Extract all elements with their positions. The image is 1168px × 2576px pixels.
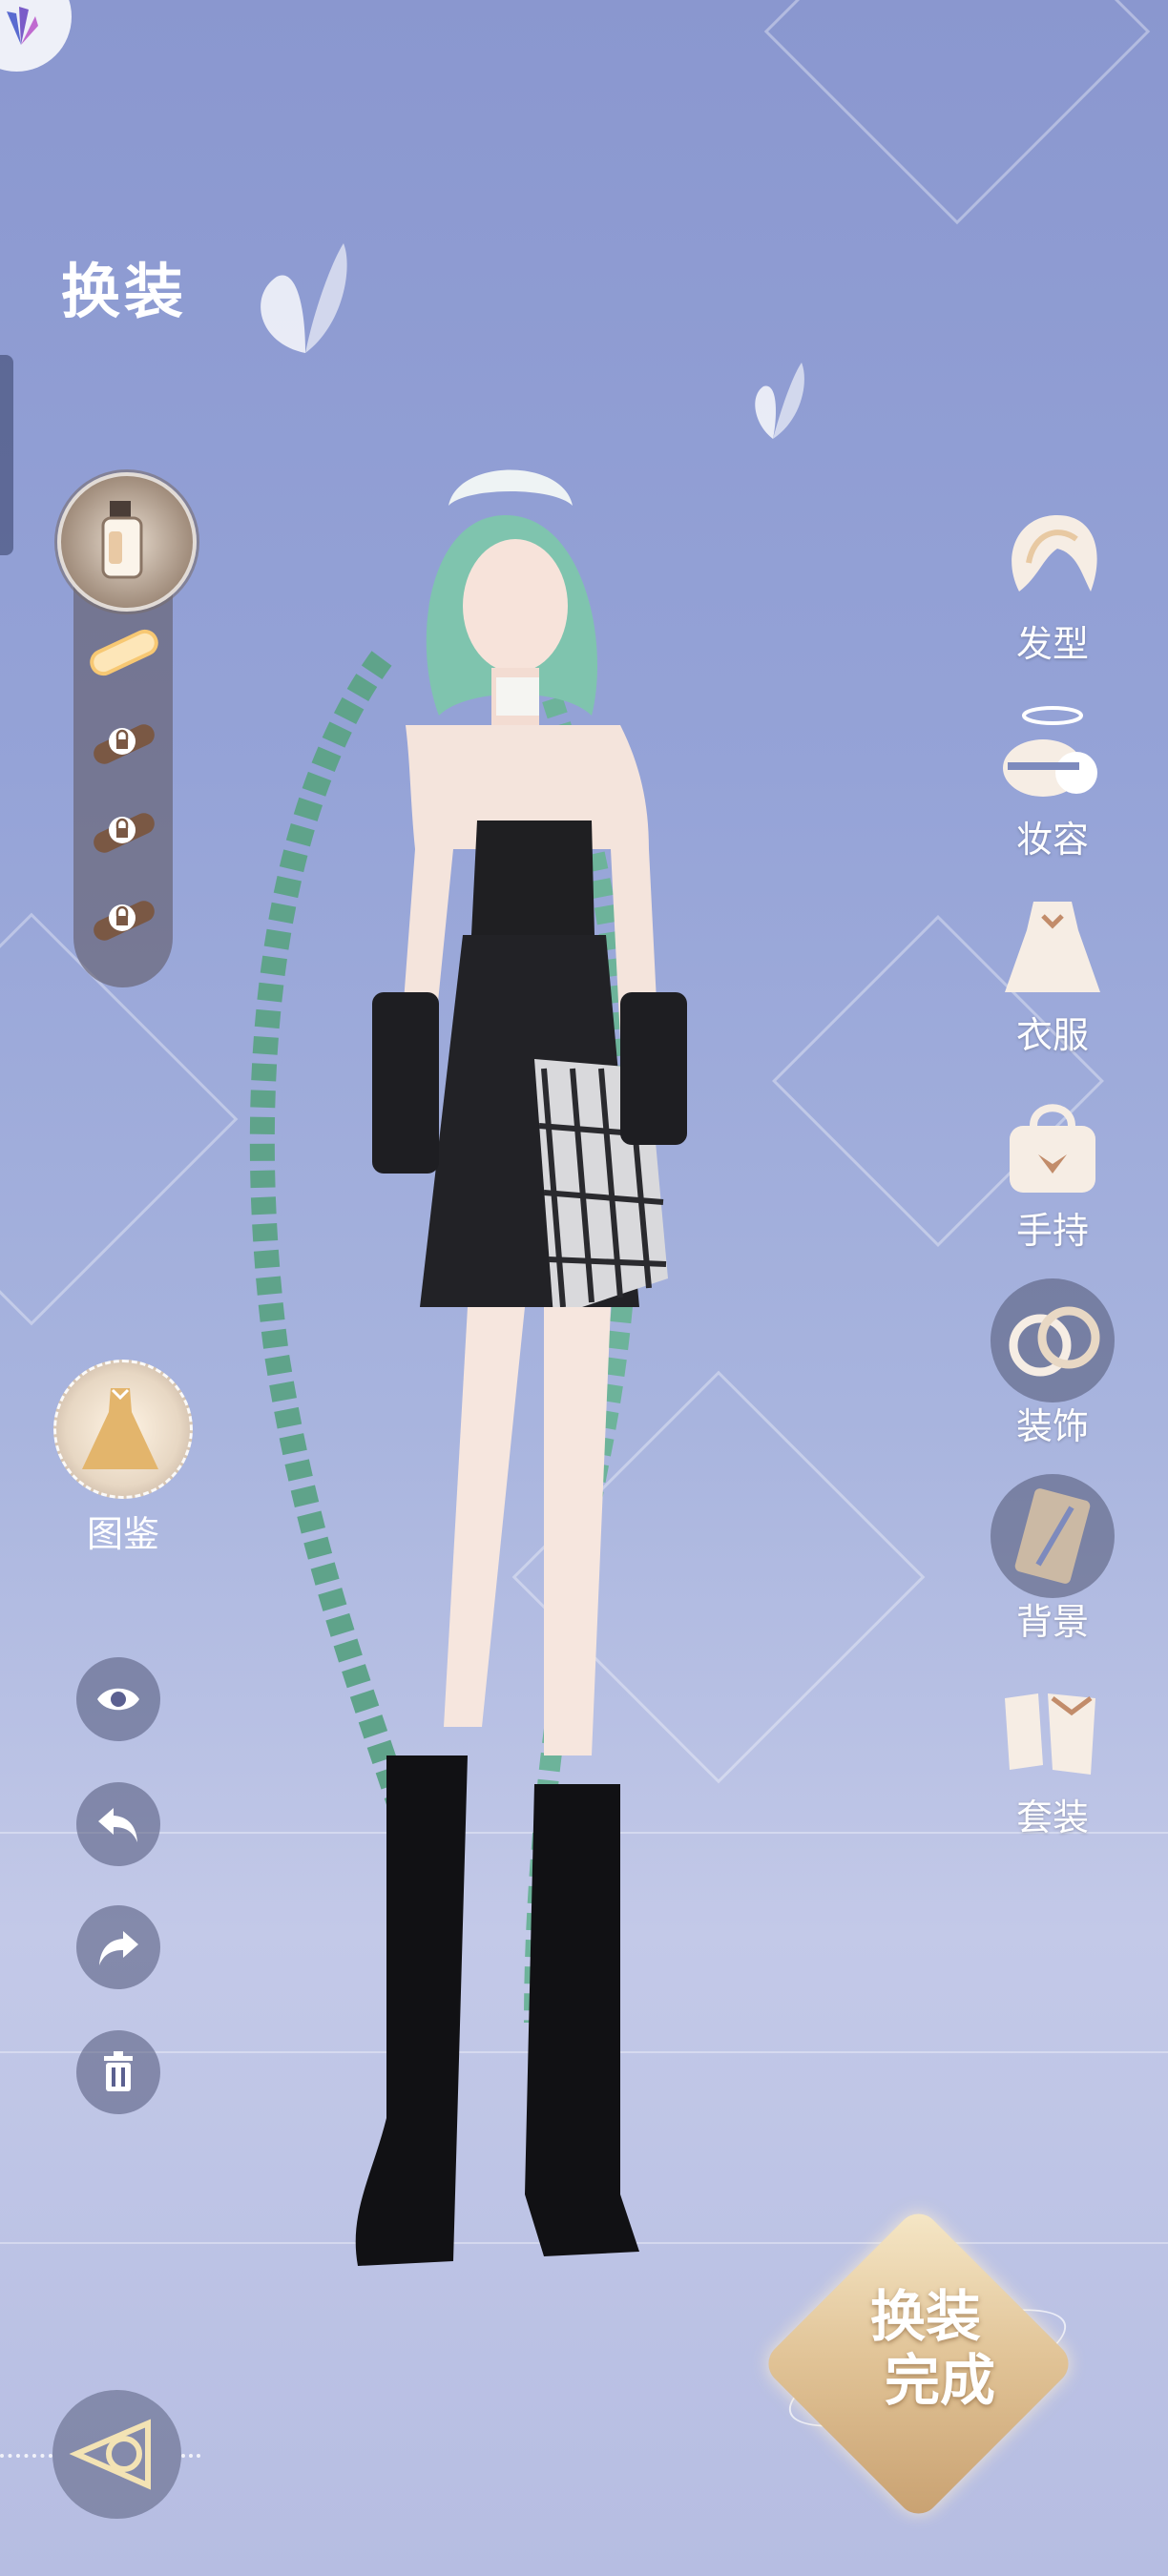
gown-icon xyxy=(82,1388,158,1469)
makeup-icon xyxy=(1003,706,1097,797)
category-handheld-button[interactable]: 手持 xyxy=(991,1083,1115,1254)
finish-outfit-label[interactable]: 换装 完成 xyxy=(830,2285,1021,2412)
left-drawer-tab[interactable] xyxy=(0,355,13,555)
dex-button[interactable]: 图鉴 xyxy=(52,1360,194,1557)
lock-icon xyxy=(94,901,155,941)
category-clothes-label: 衣服 xyxy=(1015,1014,1089,1056)
page-title: 换装 xyxy=(61,257,188,326)
outfit-set-icon xyxy=(1005,1693,1095,1775)
undo-icon xyxy=(98,1808,137,1842)
category-background-button[interactable]: 背景 xyxy=(991,1474,1115,1645)
delete-button[interactable] xyxy=(76,2030,160,2114)
decorative-dots xyxy=(0,2454,52,2458)
finish-line-1: 换装 xyxy=(869,2284,981,2349)
decorative-dots xyxy=(181,2454,200,2458)
redo-icon xyxy=(99,1931,138,1965)
toggle-visibility-button[interactable] xyxy=(76,1657,160,1741)
slot-top-button[interactable] xyxy=(57,472,197,612)
character-model[interactable] xyxy=(219,401,945,2328)
category-accessory-button[interactable]: 装饰 xyxy=(991,1278,1115,1449)
background-card-icon xyxy=(1014,1488,1091,1584)
menu-corner-button[interactable] xyxy=(0,0,72,72)
lock-icon xyxy=(94,724,155,764)
category-hair-label: 发型 xyxy=(1015,623,1089,665)
background-frame xyxy=(763,0,1151,225)
category-accessory-label: 装饰 xyxy=(1015,1405,1089,1447)
redo-button[interactable] xyxy=(76,1905,160,1989)
slot-item-locked[interactable] xyxy=(86,711,162,764)
category-hair-button[interactable]: 发型 xyxy=(991,496,1115,667)
hair-icon xyxy=(1012,515,1097,592)
rings-icon xyxy=(1009,1306,1100,1377)
dress-icon xyxy=(1005,902,1100,992)
finish-line-2: 完成 xyxy=(884,2347,995,2413)
back-button[interactable] xyxy=(52,2390,181,2519)
slot-bar-icon xyxy=(90,629,158,676)
eye-icon xyxy=(97,1688,139,1711)
butterfly-icon xyxy=(248,239,353,366)
handbag-icon xyxy=(1010,1104,1095,1193)
slot-item-locked[interactable] xyxy=(86,887,162,941)
category-clothes-button[interactable]: 衣服 xyxy=(991,887,1115,1058)
back-arrow-icon xyxy=(69,2419,151,2490)
category-makeup-label: 妆容 xyxy=(1015,819,1089,861)
category-handheld-label: 手持 xyxy=(1015,1210,1089,1252)
category-makeup-button[interactable]: 妆容 xyxy=(991,692,1115,862)
lotion-bottle-icon xyxy=(101,501,143,579)
undo-button[interactable] xyxy=(76,1782,160,1866)
category-outfit-label: 套装 xyxy=(1015,1797,1089,1839)
category-outfit-button[interactable]: 套装 xyxy=(991,1670,1115,1840)
slot-item-locked[interactable] xyxy=(86,800,162,853)
slot-item-active[interactable] xyxy=(86,620,162,676)
category-background-label: 背景 xyxy=(1015,1601,1089,1643)
trash-icon xyxy=(104,2051,133,2091)
fan-logo-icon xyxy=(7,7,38,45)
lock-icon xyxy=(94,813,155,853)
dex-label: 图鉴 xyxy=(86,1513,159,1555)
